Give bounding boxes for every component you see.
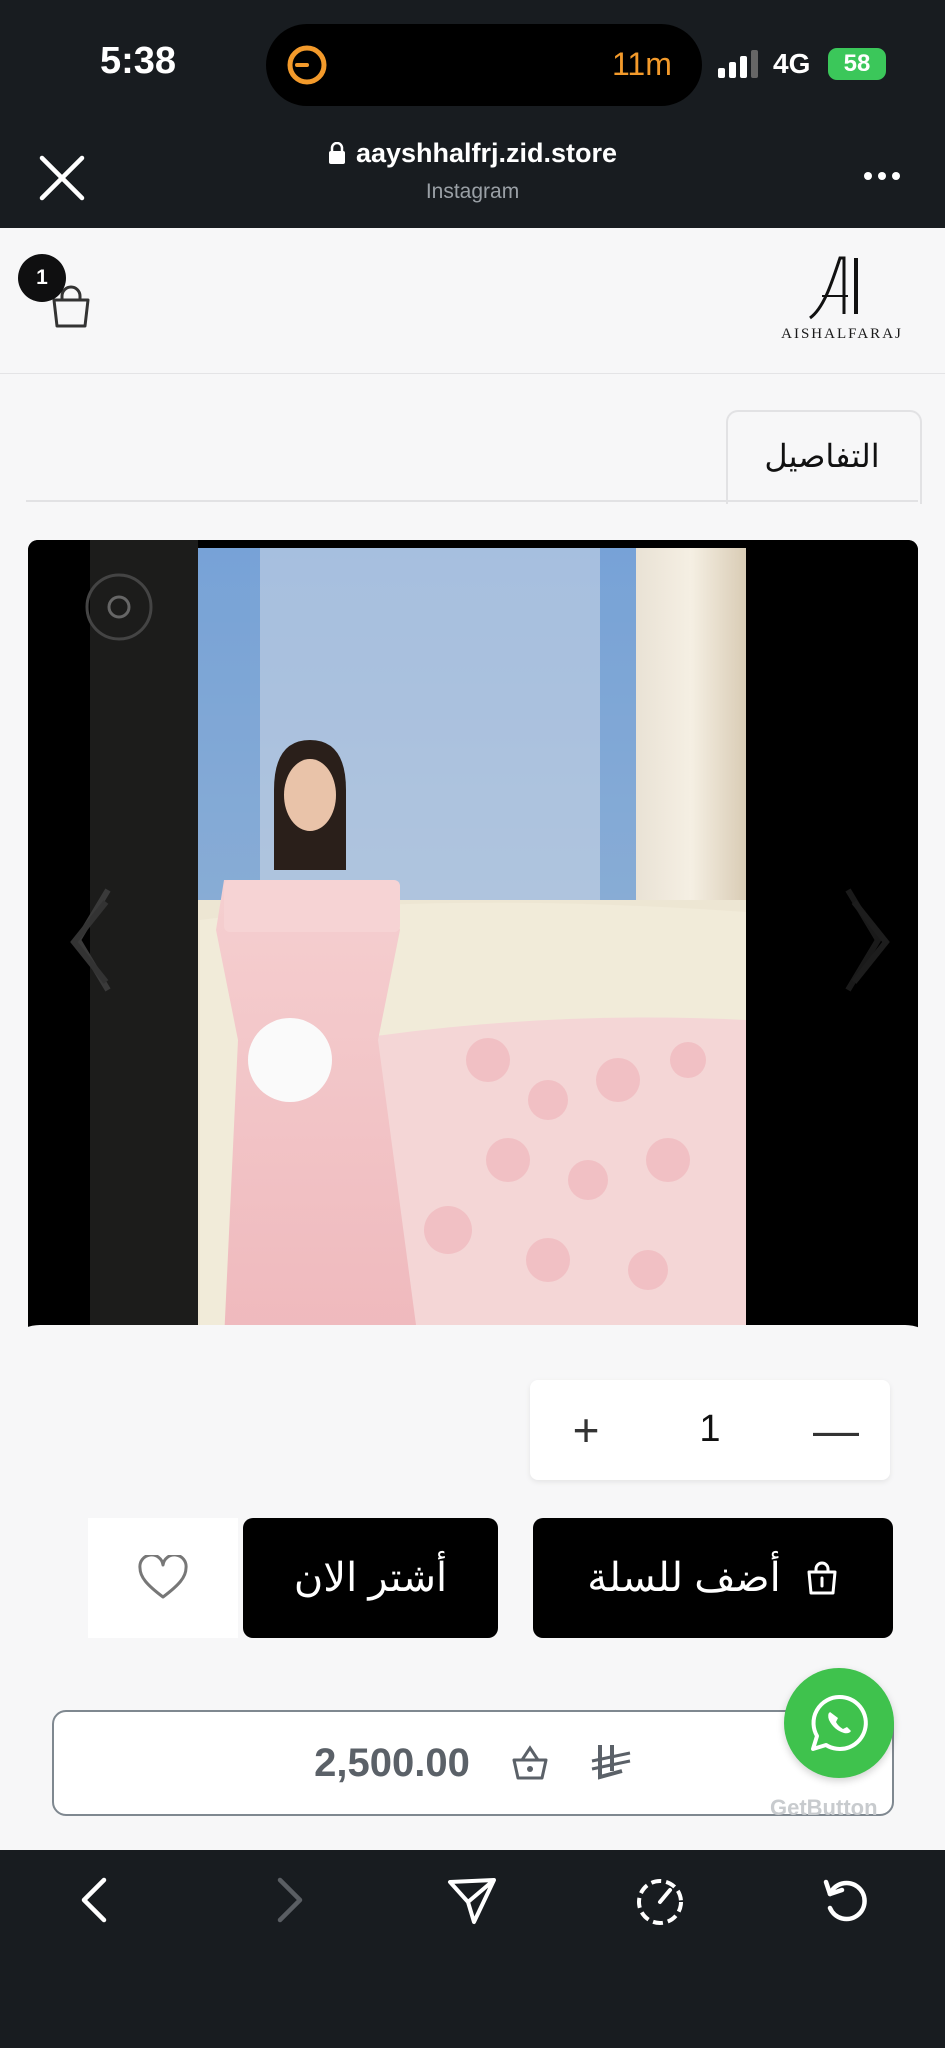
quantity-value[interactable]: 1 [670,1408,750,1451]
price-box: 2,500.00 [52,1710,894,1816]
speed-dial-icon[interactable] [632,1872,688,1928]
whatsapp-icon [811,1694,868,1751]
reload-icon[interactable] [818,1872,874,1928]
brand-name: AISHALFARAJ [781,326,903,342]
whatsapp-chat-button[interactable] [784,1668,894,1778]
network-type: 4G [773,48,811,79]
buy-now-button[interactable]: أشتر الان [243,1518,498,1638]
timer-icon [287,45,327,85]
riyal-currency-icon [591,1745,631,1780]
basket-icon [512,1745,548,1780]
status-time: 5:38 [100,40,177,82]
getbutton-brand[interactable]: GetButton [770,1795,878,1821]
address-bar[interactable]: aayshhalfrj.zid.store [0,138,945,169]
shopping-bag-icon [807,1561,837,1595]
url-source: Instagram [425,180,520,203]
zoom-icon[interactable] [84,572,154,642]
tab-divider [26,500,918,502]
battery-indicator: 58 [828,48,886,80]
add-to-cart-button[interactable]: أضف للسلة [533,1518,893,1638]
minus-icon[interactable]: — [808,1402,864,1458]
lock-icon [328,142,345,164]
heart-icon [138,1555,188,1599]
wishlist-button[interactable] [88,1518,238,1638]
signal-icon [718,50,758,78]
add-to-cart-label: أضف للسلة [587,1556,781,1600]
product-price: 2,500.00 [314,1740,470,1785]
share-icon[interactable] [444,1872,500,1928]
tab-details-label: التفاصيل [764,438,880,474]
url-text: aayshhalfrj.zid.store [355,138,618,168]
previous-image-arrow[interactable] [62,892,118,992]
forward-icon[interactable] [258,1872,314,1928]
cart-count-badge: 1 [18,254,66,302]
product-image[interactable] [28,540,918,1340]
plus-icon[interactable]: + [558,1402,614,1458]
brand-logo[interactable] [802,252,872,326]
more-icon[interactable] [862,170,902,182]
back-icon[interactable] [70,1872,126,1928]
activity-label: 11m [612,46,672,82]
next-image-arrow[interactable] [842,892,898,992]
